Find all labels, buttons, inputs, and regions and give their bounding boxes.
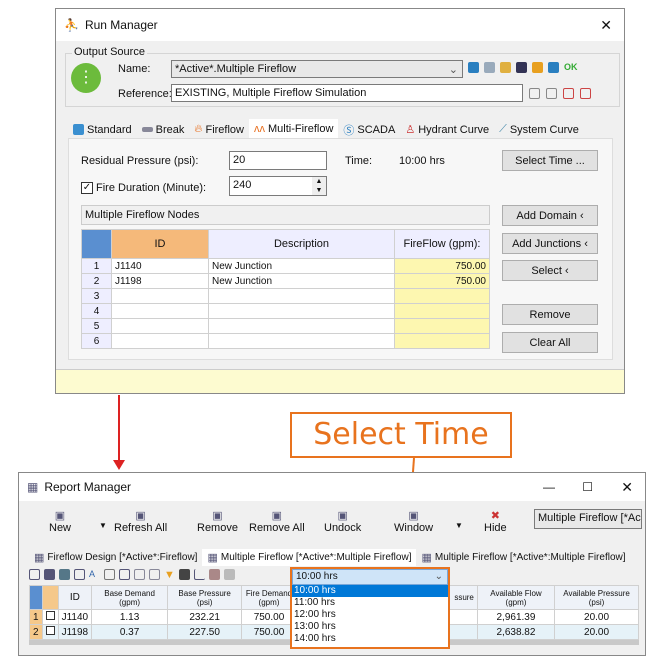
report-tabs: ▦ Fireflow Design [*Active*:Fireflow] ▦ Mu… <box>29 549 631 566</box>
hide-icon: ✖ <box>490 510 500 522</box>
chart-icon[interactable] <box>74 569 85 580</box>
remove-icon: ▣ <box>212 510 223 522</box>
sort-ascending-icon[interactable] <box>134 569 145 580</box>
new-icon: ▣ <box>54 510 66 522</box>
column-header[interactable]: ID <box>57 585 93 610</box>
time-option[interactable]: 11:00 hrs <box>292 597 448 609</box>
id-cell[interactable]: J1198 <box>57 624 93 640</box>
button-label: Hide <box>484 522 507 534</box>
grid-toolbar: A ▼ <box>29 569 235 581</box>
minimize-button[interactable]: — <box>543 480 555 494</box>
export-icon[interactable] <box>119 569 130 580</box>
column-header[interactable]: Base Pressure (psi) <box>167 585 243 610</box>
chevron-down-icon: ⌄ <box>434 571 443 582</box>
remove-all-button[interactable]: ▣ Remove All <box>249 509 305 534</box>
fire-demand-cell[interactable]: 750.00 <box>241 609 297 625</box>
column-header[interactable]: Available Pressure (psi) <box>554 585 639 610</box>
table-icon: ▦ <box>34 552 45 564</box>
hide-button[interactable]: ✖ Hide <box>484 509 507 534</box>
time-option[interactable]: 12:00 hrs <box>292 609 448 621</box>
remove-all-icon: ▣ <box>271 510 283 522</box>
window-title: Report Manager <box>44 480 132 494</box>
time-option[interactable]: 13:00 hrs <box>292 621 448 633</box>
column-header[interactable]: Base Demand (gpm) <box>91 585 169 610</box>
checkbox-column <box>41 585 59 610</box>
base-demand-cell[interactable]: 0.37 <box>91 624 169 640</box>
new-dropdown-arrow[interactable]: ▼ <box>99 521 107 530</box>
maximize-button[interactable]: ☐ <box>582 480 593 494</box>
tab-multiple-fireflow[interactable]: ▦ Multiple Fireflow [*Active*:Multiple Fi… <box>416 549 630 566</box>
title-bar: ▦ Report Manager — ☐ ✕ <box>19 473 645 501</box>
row-number[interactable]: 1 <box>29 609 43 625</box>
selector-value: Multiple Fireflow [*Ac <box>538 512 641 524</box>
red-arrowhead <box>113 460 125 470</box>
select-time-callout: Select Time <box>290 412 512 458</box>
filter-icon[interactable]: ▼ <box>164 569 175 581</box>
available-pressure-cell[interactable]: 20.00 <box>554 624 639 640</box>
base-pressure-cell[interactable]: 227.50 <box>167 624 243 640</box>
base-pressure-cell[interactable]: 232.21 <box>167 609 243 625</box>
window-icon: ▣ <box>408 510 419 522</box>
calculator-icon[interactable] <box>59 569 70 580</box>
column-header[interactable]: Available Flow (gpm) <box>476 585 556 610</box>
button-label: Undock <box>324 522 362 534</box>
time-select-value: 10:00 hrs <box>296 571 338 582</box>
refresh-all-button[interactable]: ▣ Refresh All <box>114 509 167 534</box>
tab-multiple-fireflow-active[interactable]: ▦ Multiple Fireflow [*Active*:Multiple Fi… <box>202 549 417 566</box>
undock-icon: ▣ <box>337 510 348 522</box>
base-demand-cell[interactable]: 1.13 <box>91 609 169 625</box>
tab-label: Multiple Fireflow [*Active*:Multiple Fir… <box>434 552 626 563</box>
report-manager-window: ▦ Report Manager — ☐ ✕ ▣ New ▣ Refresh All ▣… <box>18 472 646 656</box>
table-icon: ▦ <box>207 552 218 564</box>
close-button[interactable]: ✕ <box>621 479 633 496</box>
find-icon[interactable] <box>179 569 190 580</box>
new-button[interactable]: ▣ New <box>49 509 71 534</box>
tab-fireflow-design[interactable]: ▦ Fireflow Design [*Active*:Fireflow] <box>29 549 202 566</box>
report-toolbar: ▣ New ▣ Refresh All ▣ Remove ▣ Remove All ▣ Undoc… <box>19 509 529 545</box>
table-icon: ▦ <box>421 552 432 564</box>
time-dropdown[interactable]: 10:00 hrs ⌄ 10:00 hrs 11:00 hrs 12:00 hrs 13… <box>290 567 450 649</box>
fire-demand-cell[interactable]: 750.00 <box>241 624 297 640</box>
row-checkbox[interactable] <box>41 624 59 640</box>
remove-button[interactable]: ▣ Remove <box>197 509 238 534</box>
time-option[interactable]: 14:00 hrs <box>292 633 448 645</box>
copy-icon[interactable] <box>104 569 115 580</box>
print-icon[interactable] <box>44 569 55 580</box>
report-selector[interactable]: Multiple Fireflow [*Ac <box>534 509 642 529</box>
graph-icon[interactable] <box>194 569 205 580</box>
button-label: Refresh All <box>114 522 168 534</box>
row-number[interactable]: 2 <box>29 624 43 640</box>
time-select[interactable]: 10:00 hrs ⌄ <box>292 569 448 585</box>
row-checkbox[interactable] <box>41 609 59 625</box>
report-icon: ▦ <box>27 480 39 494</box>
font-icon[interactable]: A <box>89 569 100 580</box>
window-button[interactable]: ▣ Window <box>394 509 433 534</box>
id-cell[interactable]: J1140 <box>57 609 93 625</box>
button-label: Window <box>394 522 434 534</box>
sort-descending-icon[interactable] <box>149 569 160 580</box>
time-option[interactable]: 10:00 hrs <box>292 585 448 597</box>
lock-icon[interactable] <box>209 569 220 580</box>
options-icon[interactable] <box>29 569 40 580</box>
zoom-to-icon[interactable] <box>224 569 235 580</box>
available-flow-cell[interactable]: 2,961.39 <box>476 609 556 625</box>
tab-label: Fireflow Design [*Active*:Fireflow] <box>47 552 198 563</box>
window-dropdown-arrow[interactable]: ▼ <box>455 521 463 530</box>
button-label: Remove <box>197 522 238 534</box>
button-label: Remove All <box>249 522 305 534</box>
undock-button[interactable]: ▣ Undock <box>324 509 361 534</box>
tab-label: Multiple Fireflow [*Active*:Multiple Fir… <box>220 552 412 563</box>
button-label: New <box>49 522 72 534</box>
available-flow-cell[interactable]: 2,638.82 <box>476 624 556 640</box>
refresh-icon: ▣ <box>135 510 146 522</box>
available-pressure-cell[interactable]: 20.00 <box>554 609 639 625</box>
select-all-corner[interactable] <box>29 585 43 610</box>
column-header[interactable]: Fire Demand (gpm) <box>241 585 297 610</box>
